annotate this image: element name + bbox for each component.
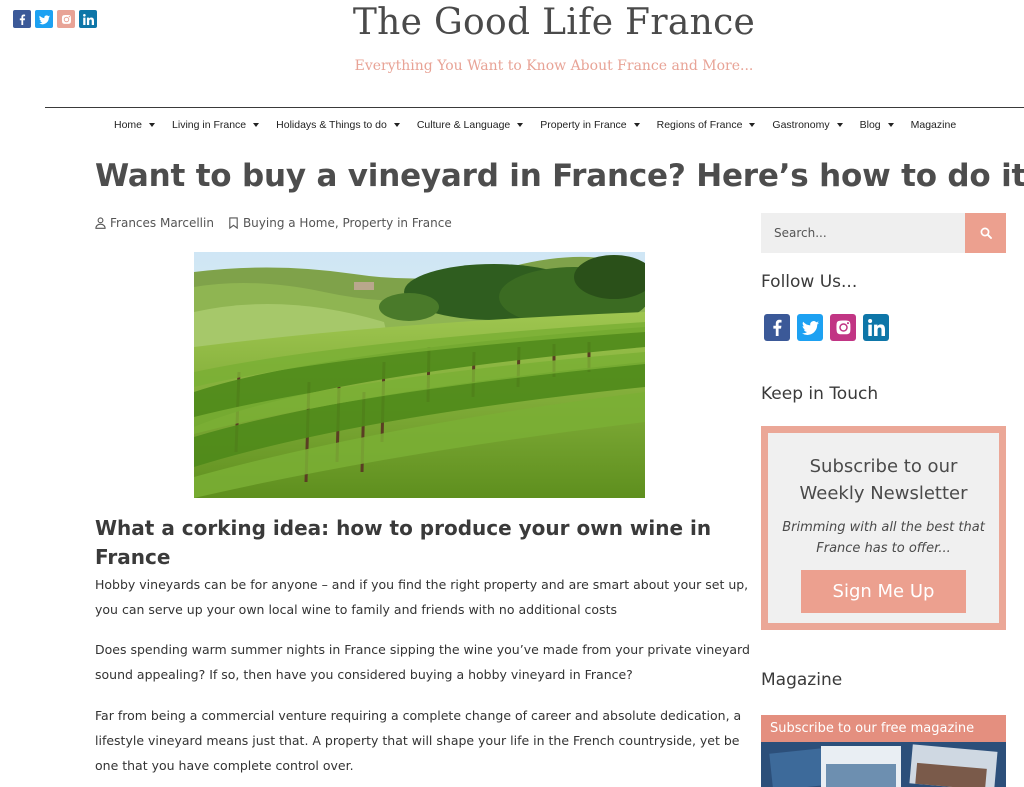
nav-item-regions-of-france[interactable]: Regions of France (657, 119, 756, 131)
chevron-down-icon (887, 123, 894, 127)
search-button[interactable] (965, 213, 1006, 253)
nav-label: Culture & Language (416, 119, 511, 131)
nav-label: Home (114, 119, 143, 131)
header-divider (45, 107, 1024, 108)
newsletter-subtitle: Brimming with all the best that France h… (782, 520, 985, 556)
facebook-icon[interactable] (764, 314, 790, 341)
category-separator: , (334, 216, 343, 230)
follow-icons (764, 314, 889, 341)
user-icon (95, 217, 106, 229)
chevron-down-icon (836, 123, 843, 127)
nav-label: Gastronomy (772, 119, 830, 131)
article-subheading: What a corking idea: how to produce your… (95, 516, 712, 569)
linkedin-icon[interactable] (863, 314, 889, 341)
site-tagline: Everything You Want to Know About France… (354, 58, 754, 74)
article-paragraph: Hobby vineyards can be for anyone – and … (95, 577, 749, 617)
nav-item-holidays[interactable]: Holidays & Things to do (276, 119, 400, 131)
nav-label: Magazine (910, 119, 957, 131)
nav-item-blog[interactable]: Blog (860, 119, 894, 131)
chevron-down-icon (253, 123, 260, 127)
magazine-banner[interactable]: Subscribe to our free magazine (761, 715, 1006, 787)
nav-label: Holidays & Things to do (276, 119, 387, 131)
chevron-down-icon (517, 123, 524, 127)
nav-item-property-in-france[interactable]: Property in France (540, 119, 640, 131)
chevron-down-icon (633, 123, 640, 127)
nav-item-magazine[interactable]: Magazine (911, 119, 957, 131)
follow-heading: Follow Us... (761, 272, 858, 292)
category-link-buying-a-home[interactable]: Buying a Home (243, 216, 335, 230)
nav-item-home[interactable]: Home (114, 119, 156, 131)
keep-in-touch-heading: Keep in Touch (761, 384, 879, 404)
chevron-down-icon (749, 123, 756, 127)
article-meta: Frances Marcellin Buying a Home, Propert… (95, 216, 452, 230)
bookmark-icon (229, 217, 238, 229)
magazine-covers-image (761, 742, 1006, 787)
article-title: Want to buy a vineyard in France? Here’s… (95, 158, 1024, 194)
magazine-heading: Magazine (761, 670, 843, 690)
article-paragraph: Far from being a commercial venture requ… (95, 708, 742, 773)
article-hero-image (194, 252, 645, 498)
instagram-icon[interactable] (830, 314, 856, 341)
main-navigation: Home Living in France Holidays & Things … (114, 119, 956, 131)
article-paragraph: Does spending warm summer nights in Fran… (95, 642, 750, 682)
chevron-down-icon (393, 123, 400, 127)
nav-label: Blog (859, 119, 881, 131)
chevron-down-icon (149, 123, 156, 127)
nav-item-gastronomy[interactable]: Gastronomy (772, 119, 843, 131)
newsletter-title: Subscribe to our Weekly Newsletter (799, 456, 968, 504)
search-icon (980, 227, 992, 239)
search-form (761, 213, 1006, 253)
search-input[interactable] (761, 213, 965, 253)
sign-me-up-button[interactable]: Sign Me Up (801, 570, 966, 613)
nav-label: Living in France (172, 119, 247, 131)
category-link-property-in-france[interactable]: Property in France (343, 216, 452, 230)
nav-label: Property in France (540, 119, 627, 131)
nav-item-living-in-france[interactable]: Living in France (172, 119, 260, 131)
author-link[interactable]: Frances Marcellin (110, 216, 214, 230)
nav-label: Regions of France (656, 119, 743, 131)
newsletter-box: Subscribe to our Weekly Newsletter Brimm… (761, 426, 1006, 630)
nav-item-culture-language[interactable]: Culture & Language (416, 119, 524, 131)
twitter-icon[interactable] (797, 314, 823, 341)
magazine-banner-text: Subscribe to our free magazine (761, 715, 1006, 742)
site-title[interactable]: The Good Life France (0, 2, 1024, 43)
